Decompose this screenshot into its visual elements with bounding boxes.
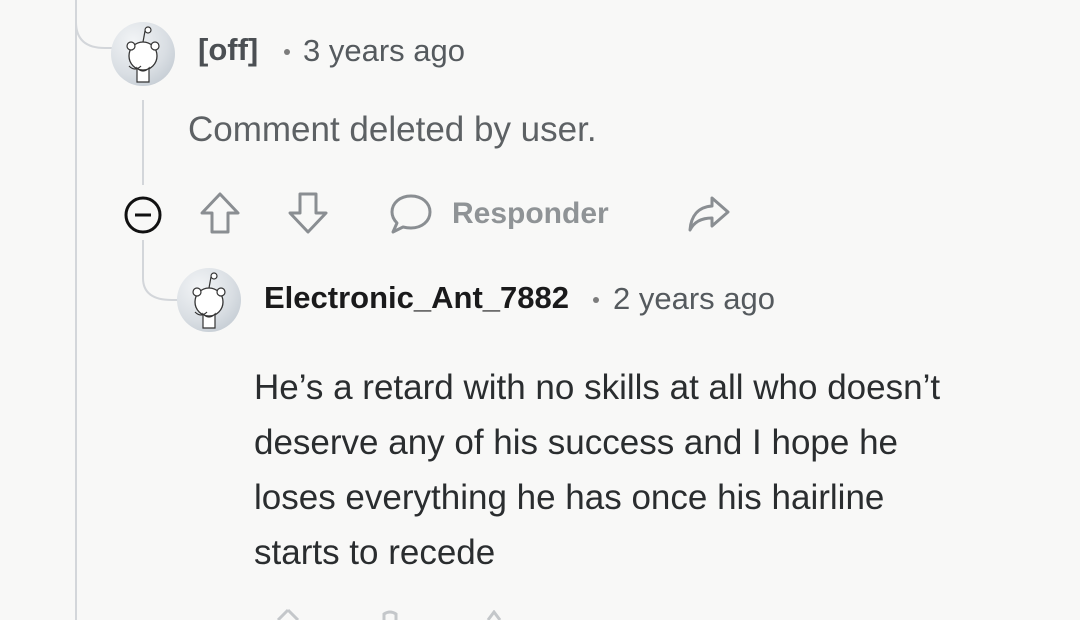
comment-timestamp[interactable]: 3 years ago bbox=[303, 33, 465, 69]
comment-body-line: He’s a retard with no skills at all who … bbox=[254, 368, 941, 407]
share-arrow-icon bbox=[688, 196, 730, 232]
meta-separator bbox=[593, 297, 599, 303]
avatar[interactable] bbox=[111, 22, 175, 86]
downvote-button[interactable] bbox=[286, 190, 330, 236]
comment-author[interactable]: [off] bbox=[198, 32, 258, 68]
comment-body-line: loses everything he has once his hairlin… bbox=[254, 478, 885, 517]
speech-bubble-icon[interactable] bbox=[470, 610, 510, 620]
collapse-button[interactable] bbox=[122, 194, 164, 236]
reply-label: Responder bbox=[452, 197, 609, 230]
arrow-up-icon[interactable] bbox=[268, 608, 308, 620]
arrow-down-icon bbox=[288, 192, 328, 234]
meta-separator bbox=[284, 49, 290, 55]
snoo-avatar-icon bbox=[192, 272, 226, 329]
comment-body-line: starts to recede bbox=[254, 533, 496, 572]
arrow-up-icon bbox=[200, 192, 240, 234]
share-button[interactable] bbox=[686, 192, 732, 236]
thread-connector-1 bbox=[75, 0, 115, 49]
minus-circle-icon bbox=[124, 196, 162, 234]
comment-body: Comment deleted by user. bbox=[188, 110, 597, 149]
snoo-avatar-icon bbox=[126, 26, 160, 83]
thread-line-inner[interactable] bbox=[142, 100, 144, 185]
upvote-button[interactable] bbox=[198, 190, 242, 236]
thread-line-outer[interactable] bbox=[75, 0, 77, 620]
comment-body-line: deserve any of his success and I hope he bbox=[254, 423, 899, 462]
comment-author[interactable]: Electronic_Ant_7882 bbox=[264, 280, 569, 316]
arrow-down-icon[interactable] bbox=[370, 610, 410, 620]
avatar[interactable] bbox=[177, 268, 241, 332]
speech-bubble-icon bbox=[390, 194, 432, 234]
reply-button[interactable]: Responder bbox=[388, 192, 609, 236]
thread-connector-2 bbox=[142, 240, 182, 301]
comment-timestamp[interactable]: 2 years ago bbox=[613, 281, 775, 317]
comment-body: He’s a retard with no skills at all who … bbox=[254, 360, 940, 580]
